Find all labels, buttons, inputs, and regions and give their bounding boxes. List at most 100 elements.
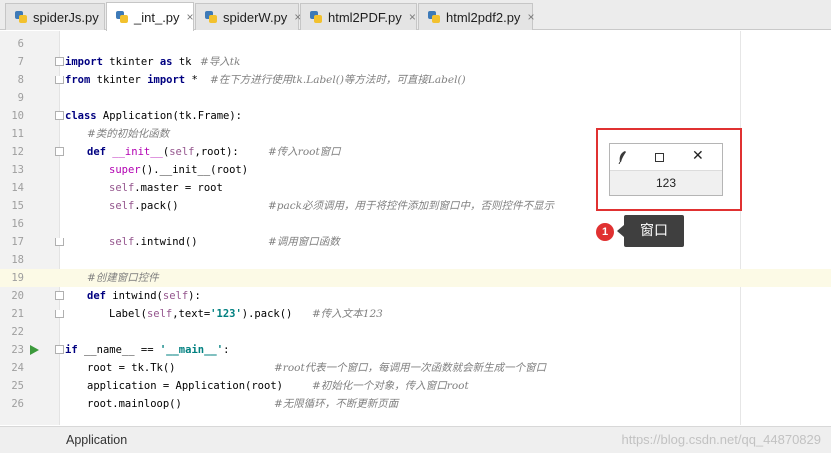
code-comment: #导入tk [200, 56, 241, 68]
code-editor[interactable]: 6 7 import tkinter as tk #导入tk 8 from tk… [0, 31, 831, 425]
line-number: 25 [11, 380, 24, 392]
editor-tab-bar: spiderJs.py × _int_.py × spiderW.py × ht… [0, 0, 831, 31]
code-comment: #传入root窗口 [268, 146, 341, 158]
fold-end-icon[interactable] [55, 238, 64, 246]
code-line: 20 def intwind(self): [0, 287, 831, 305]
tab-close-icon[interactable]: × [527, 10, 534, 24]
line-number: 26 [11, 398, 24, 410]
run-icon[interactable] [30, 345, 39, 355]
tab-label: spiderW.py [223, 9, 288, 25]
code-text: application = Application(root) [87, 380, 283, 392]
line-number: 7 [17, 56, 24, 68]
code-comment: #root代表一个窗口，每调用一次函数就会新生成一个窗口 [274, 362, 547, 374]
code-text: if __name__ == '__main__': [65, 344, 230, 356]
breadcrumb[interactable]: Application [66, 427, 127, 453]
line-number: 18 [11, 254, 24, 266]
line-number: 13 [11, 164, 24, 176]
line-number: 6 [17, 38, 24, 50]
code-line: 9 [0, 89, 831, 107]
fold-end-icon[interactable] [55, 76, 64, 84]
line-number: 15 [11, 200, 24, 212]
python-file-icon [309, 10, 323, 24]
feather-icon [618, 151, 626, 164]
code-text: self.intwind() [109, 236, 198, 248]
annotation-callout: 窗口 [617, 215, 684, 247]
python-file-icon [427, 10, 441, 24]
line-number: 24 [11, 362, 24, 374]
code-text: self.master = root [109, 182, 223, 194]
code-text: def intwind(self): [87, 290, 201, 302]
code-line: 24 root = tk.Tk() #root代表一个窗口，每调用一次函数就会新… [0, 359, 831, 377]
fold-icon[interactable] [55, 345, 64, 354]
line-number: 17 [11, 236, 24, 248]
code-line: 25 application = Application(root) #初始化一… [0, 377, 831, 395]
code-comment: #pack必须调用，用于将控件添加到窗口中，否则控件不显示 [268, 200, 555, 212]
tk-label-123: 123 [655, 176, 677, 190]
code-comment: #无限循环，不断更新页面 [274, 398, 399, 410]
code-line: 21 Label(self,text='123').pack() #传入文本12… [0, 305, 831, 323]
line-number: 10 [11, 110, 24, 122]
code-line: 6 [0, 35, 831, 53]
tab-spiderjs[interactable]: spiderJs.py × [5, 3, 113, 30]
code-line: 23 if __name__ == '__main__': [0, 341, 831, 359]
code-line: 22 [0, 323, 831, 341]
line-number: 14 [11, 182, 24, 194]
line-number: 11 [11, 128, 24, 140]
code-line: 16 [0, 215, 831, 233]
close-icon[interactable]: ✕ [692, 148, 704, 164]
tab-html2pdf2[interactable]: html2pdf2.py × [418, 3, 534, 30]
current-line: 19 #创建窗口控件 [0, 269, 831, 287]
tab-int[interactable]: _int_.py × [106, 2, 194, 31]
python-file-icon [204, 10, 218, 24]
fold-icon[interactable] [55, 291, 64, 300]
code-text: import tkinter as tk [65, 56, 192, 68]
code-text: self.pack() [109, 200, 179, 212]
code-text: def __init__(self,root): [87, 146, 239, 158]
code-line: 17 self.intwind() #调用窗口函数 [0, 233, 831, 251]
fold-end-icon[interactable] [55, 310, 64, 318]
code-line: 10 class Application(tk.Frame): [0, 107, 831, 125]
tab-spiderw[interactable]: spiderW.py × [195, 3, 301, 30]
code-comment: #类的初始化函数 [87, 128, 170, 140]
watermark-text: https://blog.csdn.net/qq_44870829 [621, 432, 822, 447]
line-number: 12 [11, 146, 24, 158]
code-line: 7 import tkinter as tk #导入tk [0, 53, 831, 71]
tab-label: _int_.py [134, 9, 180, 25]
line-number: 23 [11, 344, 24, 356]
code-line: 26 root.mainloop() #无限循环，不断更新页面 [0, 395, 831, 413]
line-number: 22 [11, 326, 24, 338]
fold-icon[interactable] [55, 147, 64, 156]
annotation-number-badge: 1 [596, 223, 614, 241]
line-number: 20 [11, 290, 24, 302]
code-comment: #调用窗口函数 [268, 236, 340, 248]
fold-icon[interactable] [55, 57, 64, 66]
tk-window-preview-highlight: ✕ 123 [596, 128, 742, 211]
python-file-icon [115, 10, 129, 24]
line-number: 21 [11, 308, 24, 320]
tab-close-icon[interactable]: × [187, 10, 194, 24]
tab-label: spiderJs.py [33, 9, 99, 25]
fold-icon[interactable] [55, 111, 64, 120]
code-line: 18 [0, 251, 831, 269]
code-text: root.mainloop() [87, 398, 182, 410]
maximize-icon[interactable] [655, 153, 664, 162]
tab-label: html2pdf2.py [446, 9, 521, 25]
code-text: Label(self,text='123').pack() [109, 308, 293, 320]
code-comment: #传入文本123 [312, 308, 383, 320]
code-comment: #初始化一个对象，传入窗口root [312, 380, 469, 392]
tk-window: ✕ 123 [609, 143, 723, 196]
python-file-icon [14, 10, 28, 24]
code-text: root = tk.Tk() [87, 362, 176, 374]
line-number: 16 [11, 218, 24, 230]
code-comment: #创建窗口控件 [87, 272, 159, 284]
line-number: 8 [17, 74, 24, 86]
tab-close-icon[interactable]: × [409, 10, 416, 24]
tab-label: html2PDF.py [328, 9, 402, 25]
tk-window-titlebar: ✕ [610, 144, 722, 171]
code-comment: #在下方进行使用tk.Label()等方法时，可直接Label() [210, 74, 466, 86]
code-line: 8 from tkinter import * #在下方进行使用tk.Label… [0, 71, 831, 89]
code-text: class Application(tk.Frame): [65, 110, 243, 122]
status-bar: Application https://blog.csdn.net/qq_448… [0, 426, 831, 453]
tab-html2pdf[interactable]: html2PDF.py × [300, 3, 417, 30]
code-text: super().__init__(root) [109, 164, 249, 176]
